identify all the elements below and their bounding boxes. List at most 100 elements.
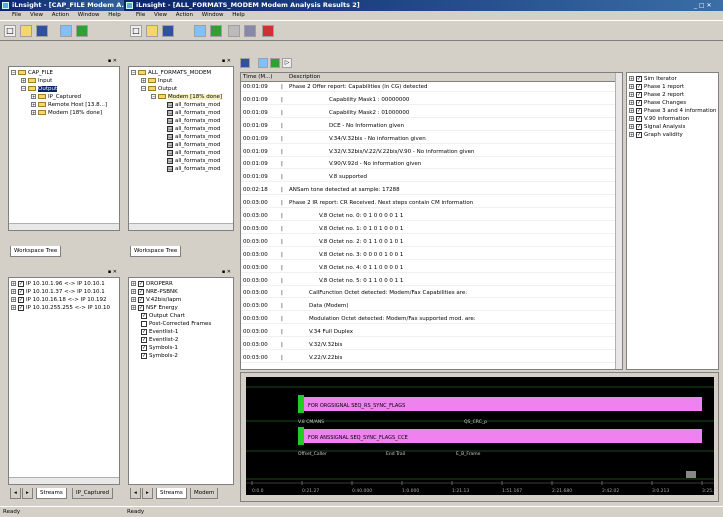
log-row[interactable]: 00:01:09 | DCE - No Information given bbox=[241, 121, 617, 131]
open-folder-icon[interactable] bbox=[146, 25, 158, 37]
stream-item[interactable]: + ✓ NRE-PSBNK bbox=[131, 288, 178, 296]
expand-icon[interactable]: + bbox=[629, 76, 634, 81]
expand-icon[interactable]: + bbox=[11, 297, 16, 302]
checkbox[interactable]: ✓ bbox=[636, 123, 642, 130]
grid-icon[interactable] bbox=[258, 58, 268, 68]
tree-file[interactable]: ▤ all_formats_mod bbox=[167, 101, 220, 109]
log-row[interactable]: 00:02:18 | ANSam tone detected at sample: … bbox=[241, 185, 617, 196]
menu-help[interactable]: Help bbox=[232, 12, 245, 18]
log-row[interactable]: 00:03:00 | V.8 Octet no. 0: 0 1 0 0 0 0 1 … bbox=[241, 211, 617, 221]
stream-item[interactable]: ✓ Eventlist-1 bbox=[141, 328, 178, 336]
result-category-item[interactable]: + ✓ Phase 2 report bbox=[629, 91, 684, 99]
new-file-icon[interactable]: □ bbox=[4, 25, 16, 37]
expand-icon[interactable]: + bbox=[131, 297, 136, 302]
checkbox[interactable] bbox=[141, 320, 147, 327]
tree-node[interactable]: − ALL_FORMATS_MODEM bbox=[131, 69, 211, 77]
minimize-icon[interactable]: _ bbox=[694, 2, 697, 9]
stream-item[interactable]: ✓ Symbols-2 bbox=[141, 352, 178, 360]
tree-node[interactable]: + Input bbox=[21, 77, 52, 85]
tree-file[interactable]: ▤ all_formats_mod bbox=[167, 133, 220, 141]
new-file-icon[interactable]: □ bbox=[130, 25, 142, 37]
expand-icon[interactable]: + bbox=[629, 100, 634, 105]
grid-icon[interactable] bbox=[60, 25, 72, 37]
menu-action[interactable]: Action bbox=[52, 12, 69, 18]
checkbox[interactable]: ✓ bbox=[636, 107, 642, 114]
checkbox[interactable]: ✓ bbox=[636, 131, 642, 138]
log-row[interactable]: 00:03:00 | Modulation Octet detected: Mode… bbox=[241, 314, 617, 325]
checkbox[interactable]: ✓ bbox=[138, 304, 144, 311]
chart-icon[interactable] bbox=[76, 25, 88, 37]
w2-scroll-right[interactable]: ▸ bbox=[142, 488, 153, 499]
chart-icon[interactable] bbox=[210, 25, 222, 37]
menu-action[interactable]: Action bbox=[176, 12, 193, 18]
log-row[interactable]: 00:03:00 | V.32/V.32bis bbox=[241, 340, 617, 350]
horizontal-scrollbar[interactable] bbox=[9, 223, 119, 230]
next-icon[interactable]: ▷ bbox=[282, 58, 292, 68]
log-row[interactable]: 00:01:09 | Phase 2 Offer report: Capabilit… bbox=[241, 82, 617, 92]
w2-modem-tab[interactable]: Modem bbox=[190, 488, 219, 499]
log-row[interactable]: 00:01:09 | V.8 supported bbox=[241, 172, 617, 183]
w1-streams-tab[interactable]: Streams bbox=[36, 488, 67, 499]
log-row[interactable]: 00:03:00 | V.8 Octet no. 5: 0 1 1 0 0 0 1 … bbox=[241, 276, 617, 286]
expand-icon[interactable]: + bbox=[141, 78, 146, 83]
result-category-item[interactable]: + ✓ Phase 3 and 4 information bbox=[629, 107, 717, 115]
stream-item[interactable]: Post-Corrected Frames bbox=[141, 320, 211, 328]
result-category-item[interactable]: + ✓ Signal Analysis bbox=[629, 123, 685, 131]
checkbox[interactable]: ✓ bbox=[138, 288, 144, 295]
log-row[interactable]: 00:01:09 | Capability Mask2 : 01000000 bbox=[241, 108, 617, 118]
collapse-icon[interactable]: − bbox=[141, 86, 146, 91]
expand-icon[interactable]: + bbox=[629, 132, 634, 137]
w2-workspace-tab[interactable]: Workspace Tree bbox=[130, 246, 182, 257]
tree-node[interactable]: + Remote Host [13.8...] bbox=[31, 101, 107, 109]
result-category-item[interactable]: + ✓ Phase Changes bbox=[629, 99, 686, 107]
log-row[interactable]: 00:01:09 | V.34/V.32bis - No information g… bbox=[241, 134, 617, 144]
menu-window[interactable]: Window bbox=[202, 12, 224, 18]
checkbox[interactable]: ✓ bbox=[18, 280, 24, 287]
tree-file[interactable]: ▤ all_formats_mod bbox=[167, 117, 220, 125]
stream-item[interactable]: + ✓ IP 10.10.16.18 <-> IP 10.192 bbox=[11, 296, 107, 304]
expand-icon[interactable]: + bbox=[629, 92, 634, 97]
menu-view[interactable]: View bbox=[30, 12, 43, 18]
collapse-icon[interactable]: − bbox=[11, 70, 16, 75]
menu-window[interactable]: Window bbox=[78, 12, 100, 18]
expand-icon[interactable]: + bbox=[629, 84, 634, 89]
tree-file[interactable]: ▤ all_formats_mod bbox=[167, 165, 220, 173]
expand-icon[interactable]: + bbox=[31, 102, 36, 107]
checkbox[interactable]: ✓ bbox=[138, 280, 144, 287]
w2-streams-tab[interactable]: Streams bbox=[156, 488, 187, 499]
checkbox[interactable]: ✓ bbox=[18, 304, 24, 311]
checkbox[interactable]: ✓ bbox=[636, 91, 642, 98]
save-icon[interactable] bbox=[240, 58, 250, 68]
log-row[interactable]: 00:03:00 | V.8 Octet no. 4: 0 1 1 0 0 0 0 … bbox=[241, 263, 617, 273]
w1-scroll-left[interactable]: ◂ bbox=[10, 488, 21, 499]
checkbox[interactable]: ✓ bbox=[636, 83, 642, 90]
tree-node[interactable]: − Modem [18% done] bbox=[151, 93, 223, 101]
stream-item[interactable]: + ✓ V.42bis/lapm bbox=[131, 296, 181, 304]
collapse-icon[interactable]: − bbox=[21, 86, 26, 91]
expand-icon[interactable]: + bbox=[629, 108, 634, 113]
expand-icon[interactable]: + bbox=[11, 305, 16, 310]
checkbox[interactable]: ✓ bbox=[141, 328, 147, 335]
collapse-icon[interactable]: − bbox=[151, 94, 156, 99]
tree-file[interactable]: ▤ all_formats_mod bbox=[167, 157, 220, 165]
tree-node[interactable]: − Output bbox=[21, 85, 58, 93]
checkbox[interactable]: ✓ bbox=[636, 75, 642, 82]
log-row[interactable]: 00:01:09 | Capability Mask1 : 00000000 bbox=[241, 95, 617, 105]
menu-file[interactable]: File bbox=[136, 12, 145, 18]
stream-item[interactable]: + ✓ IP 10.10.1.96 <-> IP 10.10.1 bbox=[11, 280, 105, 288]
checkbox[interactable]: ✓ bbox=[141, 336, 147, 343]
w1-workspace-tab[interactable]: Workspace Tree bbox=[10, 246, 62, 257]
tree-file[interactable]: ▤ all_formats_mod bbox=[167, 141, 220, 149]
log-row[interactable]: 00:03:00 | V.8 Octet no. 1: 0 1 0 1 0 0 0 … bbox=[241, 224, 617, 234]
checkbox[interactable]: ✓ bbox=[636, 99, 642, 106]
expand-icon[interactable]: + bbox=[131, 281, 136, 286]
expand-icon[interactable]: + bbox=[629, 124, 634, 129]
log-row[interactable]: 00:03:00 | V.22/V.22bis bbox=[241, 353, 617, 363]
log-row[interactable]: 00:03:00 | Phase 2 IR report: CR Received.… bbox=[241, 198, 617, 209]
maximize-icon[interactable]: □ bbox=[699, 2, 705, 9]
stream-item[interactable]: + ✓ IP 10.10.1.37 <-> IP 10.10.1 bbox=[11, 288, 105, 296]
stream-item[interactable]: + ✓ DROPERR bbox=[131, 280, 173, 288]
collapse-icon[interactable]: − bbox=[131, 70, 136, 75]
col-time-header[interactable]: Time (M...) bbox=[243, 73, 273, 82]
stream-item[interactable]: + ✓ NSF Energy bbox=[131, 304, 178, 312]
